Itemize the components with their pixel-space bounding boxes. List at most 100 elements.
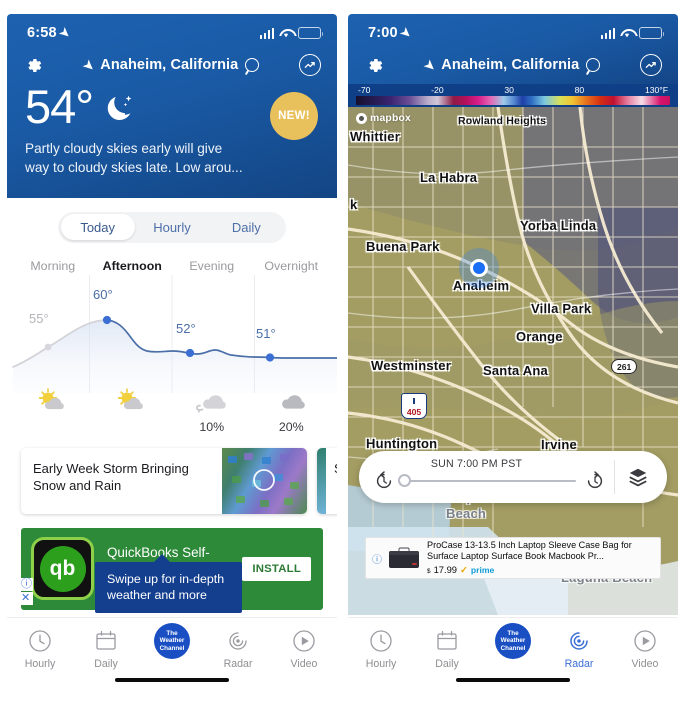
pop-evening: 10% xyxy=(199,419,225,434)
map-city-label: Beach xyxy=(446,506,487,521)
status-bar-time: 7:00 xyxy=(368,25,398,41)
forecast-icon-row: 10% 20% xyxy=(7,387,337,434)
amazon-product-ad[interactable]: ⓘ ProCase 13-13.5 Inch Laptop Sleeve Cas… xyxy=(365,537,661,579)
tab-daily[interactable]: Daily xyxy=(209,214,283,240)
map-layers-button[interactable] xyxy=(615,466,661,488)
map-city-label: Yorba Linda xyxy=(520,218,597,233)
rewind-clock-icon[interactable] xyxy=(373,470,395,492)
left-header-region: 6:58 ➤ ➤ Anaheim, California 54° Partly … xyxy=(7,14,337,198)
tab-hourly[interactable]: Hourly xyxy=(348,628,414,670)
tab-daily[interactable]: Daily xyxy=(73,628,139,670)
radar-timeline-control[interactable]: SUN 7:00 PM PST xyxy=(359,451,667,503)
user-location-dot xyxy=(470,259,488,277)
trend-arrow-glyph xyxy=(645,61,656,69)
install-button[interactable]: INSTALL xyxy=(242,556,311,581)
ad-info-icon[interactable]: ⓘ xyxy=(20,577,33,591)
share-activity-icon[interactable] xyxy=(299,54,321,76)
temperature-color-scale: -70 -20 30 80 130°F xyxy=(348,84,678,107)
shield-top-label xyxy=(413,398,415,404)
tw-logo-icon: The Weather Channel xyxy=(154,623,190,659)
home-indicator[interactable] xyxy=(115,677,229,682)
location-title[interactable]: ➤ Anaheim, California xyxy=(80,57,260,74)
mapbox-label: mapbox xyxy=(370,113,412,124)
news-card[interactable]: Early Week Storm Bringing Snow and Rain xyxy=(21,447,307,514)
gear-icon[interactable] xyxy=(364,55,385,76)
forecast-cell-overnight: 20% xyxy=(252,387,332,434)
mapbox-logo-icon xyxy=(356,113,367,124)
status-bar: 6:58 ➤ xyxy=(7,14,337,48)
laptop-sleeve-glyph xyxy=(389,547,419,568)
news-thumbnail xyxy=(317,447,326,514)
tw-logo-icon: The Weather Channel xyxy=(495,623,531,659)
scale-gradient-bar xyxy=(356,96,670,105)
app-install-ad[interactable]: qb QuickBooks Self-Employed 4.5 ★ FREE I… xyxy=(7,514,337,613)
scale-tick: -20 xyxy=(431,85,444,95)
chart-point-evening xyxy=(185,348,195,357)
ad-price-row: $17.99 ✓ prime xyxy=(427,564,652,576)
tab-hourly[interactable]: Hourly xyxy=(7,628,73,670)
chart-point-afternoon xyxy=(102,315,112,324)
wifi-icon xyxy=(279,28,293,39)
tab-hourly[interactable]: Hourly xyxy=(135,214,209,240)
clock-icon xyxy=(29,630,51,652)
calendar-icon xyxy=(96,630,116,650)
status-bar: 7:00 ➤ xyxy=(348,14,678,48)
radar-map[interactable]: mapbox Whittier Rowland Heights La Habra… xyxy=(348,107,678,615)
forward-clock-icon[interactable] xyxy=(584,470,606,492)
ad-title: ProCase 13-13.5 Inch Laptop Sleeve Case … xyxy=(427,539,632,562)
layers-icon xyxy=(629,468,647,487)
tab-home-weather-channel[interactable]: The Weather Channel xyxy=(139,623,205,659)
tab-label: Daily xyxy=(435,658,459,670)
status-bar-indicators xyxy=(259,27,324,39)
tab-video[interactable]: Video xyxy=(271,628,337,670)
tw-logo-line: Channel xyxy=(159,644,185,652)
tab-video[interactable]: Video xyxy=(612,628,678,670)
ad-close-icon[interactable]: ✕ xyxy=(20,591,33,605)
clock-icon xyxy=(370,630,392,652)
left-phone-weather-home: 6:58 ➤ ➤ Anaheim, California 54° Partly … xyxy=(7,14,337,689)
location-arrow-icon: ➤ xyxy=(421,56,439,75)
map-city-label: Buena Park xyxy=(366,239,440,254)
news-headline: Early Week Storm Bringing Snow and Rain xyxy=(33,460,189,494)
mapbox-attribution[interactable]: mapbox xyxy=(356,113,411,124)
tab-today[interactable]: Today xyxy=(60,214,135,241)
tab-radar[interactable]: Radar xyxy=(205,628,271,670)
tab-label: Daily xyxy=(94,658,118,670)
news-card[interactable]: S pr xyxy=(317,447,337,514)
temperature-chart[interactable]: 55° 60° 52° 51° xyxy=(7,274,337,393)
map-city-label: Orange xyxy=(516,329,563,344)
ad-copy: ProCase 13-13.5 Inch Laptop Sleeve Case … xyxy=(427,540,652,577)
tw-logo-line: The xyxy=(507,629,519,637)
timeline-slider-track[interactable] xyxy=(398,474,576,487)
search-icon[interactable] xyxy=(245,58,260,72)
scale-tick-last: 130°F xyxy=(644,85,668,95)
tab-radar[interactable]: Radar xyxy=(546,628,612,670)
location-arrow-icon: ➤ xyxy=(80,56,98,75)
ad-choices-flags[interactable]: ⓘ ✕ xyxy=(20,577,33,605)
highway-shield-405: 405 xyxy=(401,393,427,420)
news-carousel[interactable]: Early Week Storm Bringing Snow and Rain xyxy=(7,434,337,514)
tab-daily[interactable]: Daily xyxy=(414,628,480,670)
status-bar-indicators xyxy=(600,27,665,39)
gear-icon[interactable] xyxy=(23,55,44,76)
home-indicator[interactable] xyxy=(456,677,570,682)
radar-icon xyxy=(229,632,247,650)
new-badge[interactable]: NEW! xyxy=(270,92,318,140)
share-activity-icon[interactable] xyxy=(640,54,662,76)
cellular-signal-icon xyxy=(600,27,615,39)
trend-arrow-glyph xyxy=(304,61,315,69)
search-icon[interactable] xyxy=(586,58,601,72)
map-city-label: La Habra xyxy=(420,170,478,185)
temperature-chart-svg xyxy=(12,274,337,393)
tab-home-weather-channel[interactable]: The Weather Channel xyxy=(480,623,546,659)
right-header-region: 7:00 ➤ ➤ Anaheim, California -70 -20 30 … xyxy=(348,14,678,107)
current-temperature: 54° xyxy=(25,80,94,133)
right-phone-radar-map: 7:00 ➤ ➤ Anaheim, California -70 -20 30 … xyxy=(348,14,678,689)
ad-info-icon[interactable]: ⓘ xyxy=(372,551,385,566)
timeline-slider-knob[interactable] xyxy=(398,474,411,487)
current-conditions: 54° Partly cloudy skies early will give … xyxy=(7,80,337,198)
timeline-slider-group[interactable]: SUN 7:00 PM PST xyxy=(365,451,614,503)
location-title[interactable]: ➤ Anaheim, California xyxy=(421,57,601,74)
tab-label: Video xyxy=(290,658,318,670)
cellular-signal-icon xyxy=(259,27,274,39)
